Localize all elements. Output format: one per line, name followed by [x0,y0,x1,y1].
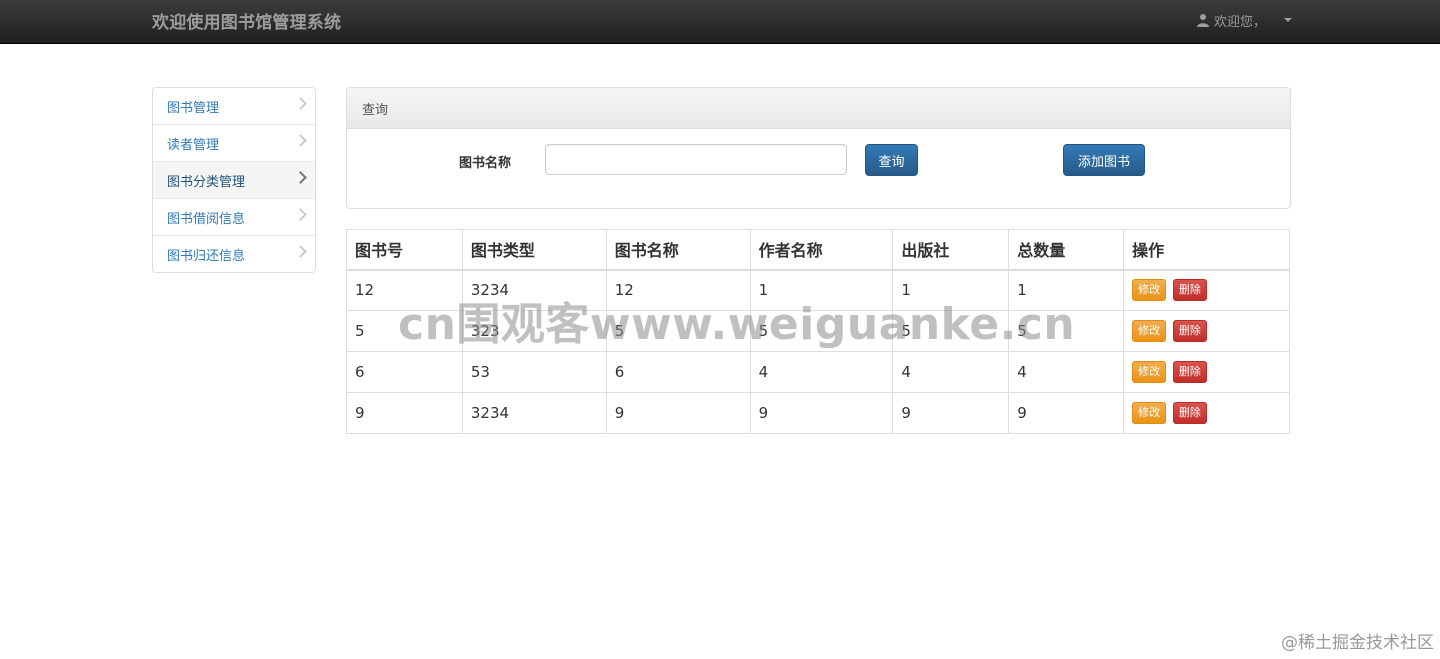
table-cell: 6 [605,351,751,393]
edit-button[interactable]: 修改 [1132,320,1167,342]
sidebar-item-label: 图书归还信息 [167,248,246,264]
column-header: 总数量 [1008,229,1125,271]
search-input[interactable] [545,144,847,175]
column-header: 图书号 [346,229,463,271]
user-icon [1196,13,1210,27]
column-header: 图书名称 [605,229,751,271]
chevron-right-icon [294,134,307,147]
table-cell: 5 [1008,310,1125,352]
sidebar-item-label: 读者管理 [167,137,220,153]
chevron-right-icon [294,245,307,258]
table-cell: 323 [461,310,607,352]
table-cell: 5 [892,310,1010,352]
table-header-row: 图书号 图书类型 图书名称 作者名称 出版社 总数量 操作 [346,229,1290,271]
table-cell: 9 [346,392,463,434]
table-cell: 4 [749,351,894,393]
table-cell: 9 [1008,392,1125,434]
panel-heading: 查询 [347,88,1290,129]
sidebar-item-borrow-info[interactable]: 图书借阅信息 [153,199,315,236]
table-cell: 1 [1008,269,1125,311]
sidebar-item-category-management[interactable]: 图书分类管理 [153,162,315,199]
column-header: 操作 [1123,229,1290,271]
query-button[interactable]: 查询 [865,144,918,176]
table-cell: 6 [346,351,463,393]
chevron-right-icon [294,208,307,221]
delete-button[interactable]: 删除 [1172,320,1207,342]
table-row: 12 3234 12 1 1 1 修改 删除 [346,269,1290,311]
user-greeting: 欢迎您， [1213,14,1266,30]
add-book-button[interactable]: 添加图书 [1063,144,1145,176]
table-cell: 9 [749,392,894,434]
table-cell: 4 [1008,351,1125,393]
query-panel: 查询 图书名称 查询 添加图书 [346,87,1291,209]
table-cell: 12 [346,269,463,311]
chevron-down-icon[interactable] [1284,18,1292,22]
table-cell: 3234 [461,269,607,311]
sidebar-item-book-management[interactable]: 图书管理 [153,88,315,125]
app-title[interactable]: 欢迎使用图书馆管理系统 [152,8,341,33]
table-cell: 5 [346,310,463,352]
table-cell: 9 [892,392,1010,434]
table-cell: 12 [605,269,751,311]
table-row: 5 323 5 5 5 5 修改 删除 [346,310,1290,352]
book-table: 图书号 图书类型 图书名称 作者名称 出版社 总数量 操作 12 3234 12… [346,229,1290,434]
table-row: 6 53 6 4 4 4 修改 删除 [346,351,1290,393]
actions-cell: 修改 删除 [1123,351,1290,393]
table-row: 9 3234 9 9 9 9 修改 删除 [346,392,1290,434]
edit-button[interactable]: 修改 [1132,279,1167,302]
chevron-right-icon [294,171,307,184]
actions-cell: 修改 删除 [1123,269,1290,311]
table-cell: 5 [605,310,751,352]
sidebar-item-reader-management[interactable]: 读者管理 [153,125,315,162]
user-menu[interactable]: 欢迎您， [1196,10,1292,30]
table-cell: 1 [892,269,1010,311]
sidebar-nav: 图书管理 读者管理 图书分类管理 图书借阅信息 图书归还信息 [152,87,316,273]
edit-button[interactable]: 修改 [1132,361,1167,383]
table-cell: 1 [749,269,894,311]
delete-button[interactable]: 删除 [1172,279,1207,302]
sidebar-item-return-info[interactable]: 图书归还信息 [153,236,315,272]
column-header: 作者名称 [749,229,894,271]
delete-button[interactable]: 删除 [1172,402,1207,424]
table-cell: 53 [461,351,607,393]
actions-cell: 修改 删除 [1123,310,1290,352]
sidebar-item-label: 图书管理 [167,100,220,116]
edit-button[interactable]: 修改 [1132,402,1167,424]
column-header: 图书类型 [461,229,607,271]
actions-cell: 修改 删除 [1123,392,1290,434]
table-cell: 9 [605,392,751,434]
table-cell: 3234 [461,392,607,434]
table-cell: 4 [892,351,1010,393]
column-header: 出版社 [892,229,1010,271]
search-label: 图书名称 [459,156,512,171]
table-cell: 5 [749,310,894,352]
chevron-right-icon [294,97,307,110]
top-navbar: 欢迎使用图书馆管理系统 欢迎您， [0,0,1440,44]
footer-watermark: @稀土掘金技术社区 [1281,633,1434,653]
sidebar-item-label: 图书分类管理 [167,174,246,190]
sidebar-item-label: 图书借阅信息 [167,211,246,227]
delete-button[interactable]: 删除 [1172,361,1207,383]
